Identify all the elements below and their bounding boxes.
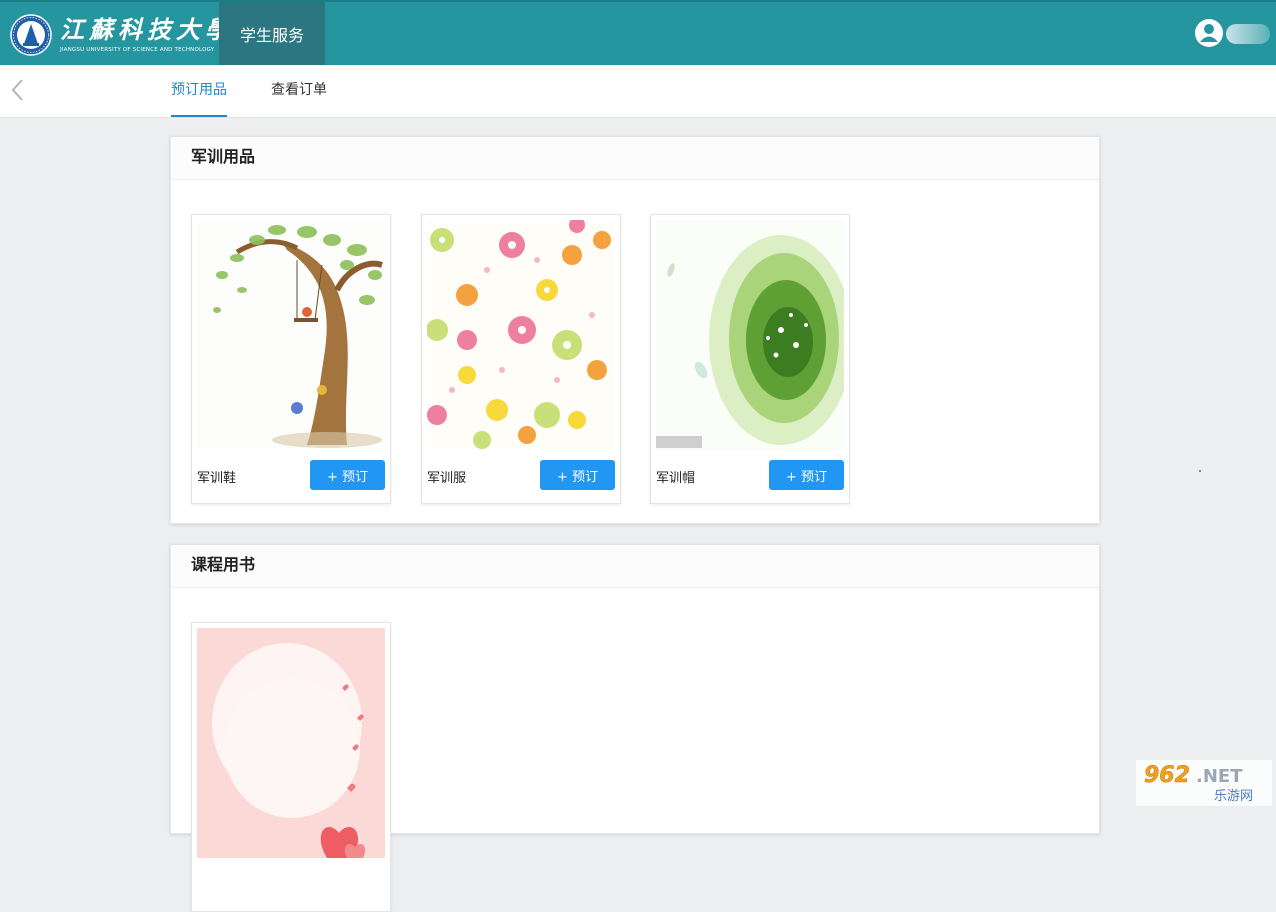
product-image-grass[interactable]: [656, 220, 844, 450]
user-name-blurred[interactable]: [1226, 24, 1270, 44]
svg-text:.NET: .NET: [1196, 766, 1243, 787]
order-button[interactable]: + 预订: [540, 460, 615, 490]
svg-text:962: 962: [1144, 763, 1190, 788]
svg-text:乐游网: 乐游网: [1214, 789, 1253, 804]
university-emblem-icon: [10, 14, 52, 56]
product-name: 军训服: [427, 471, 467, 486]
university-logo[interactable]: 江蘇科技大學 JIANGSU UNIVERSITY OF SCIENCE AND…: [10, 12, 234, 58]
tab-order-items[interactable]: 预订用品: [171, 65, 227, 117]
section-military-training: 军训用品 军训鞋 + 预订 军训服 + 预订 军训帽 + 预订: [170, 136, 1100, 524]
order-button[interactable]: + 预订: [310, 460, 385, 490]
site-watermark-logo: 962 .NET 乐游网: [1136, 760, 1272, 806]
product-image-tree[interactable]: [197, 220, 385, 450]
section-title: 军训用品: [171, 137, 1099, 180]
nav-student-services[interactable]: 学生服务: [219, 2, 325, 65]
product-image-flowers[interactable]: [427, 220, 615, 450]
logo-english-name: JIANGSU UNIVERSITY OF SCIENCE AND TECHNO…: [60, 47, 215, 53]
product-name: 军训帽: [656, 471, 696, 486]
logo-chinese-name: 江蘇科技大學: [60, 15, 234, 44]
section-title: 课程用书: [171, 545, 1099, 588]
product-card: 军训服 + 预订: [421, 214, 621, 504]
product-card: 军训鞋 + 预订: [191, 214, 391, 504]
tab-bar: 预订用品 查看订单: [0, 65, 1276, 118]
top-header: 江蘇科技大學 JIANGSU UNIVERSITY OF SCIENCE AND…: [0, 0, 1276, 65]
user-avatar-icon[interactable]: [1194, 18, 1224, 48]
order-button[interactable]: + 预订: [769, 460, 844, 490]
product-card: [191, 622, 391, 912]
product-name: 军训鞋: [197, 471, 237, 486]
stray-dot: [1199, 470, 1201, 472]
back-arrow-icon[interactable]: [8, 77, 28, 103]
section-course-books: 课程用书: [170, 544, 1100, 912]
product-card: 军训帽 + 预订: [650, 214, 850, 504]
product-image-hearts[interactable]: [197, 628, 385, 858]
tab-view-orders[interactable]: 查看订单: [271, 65, 327, 117]
